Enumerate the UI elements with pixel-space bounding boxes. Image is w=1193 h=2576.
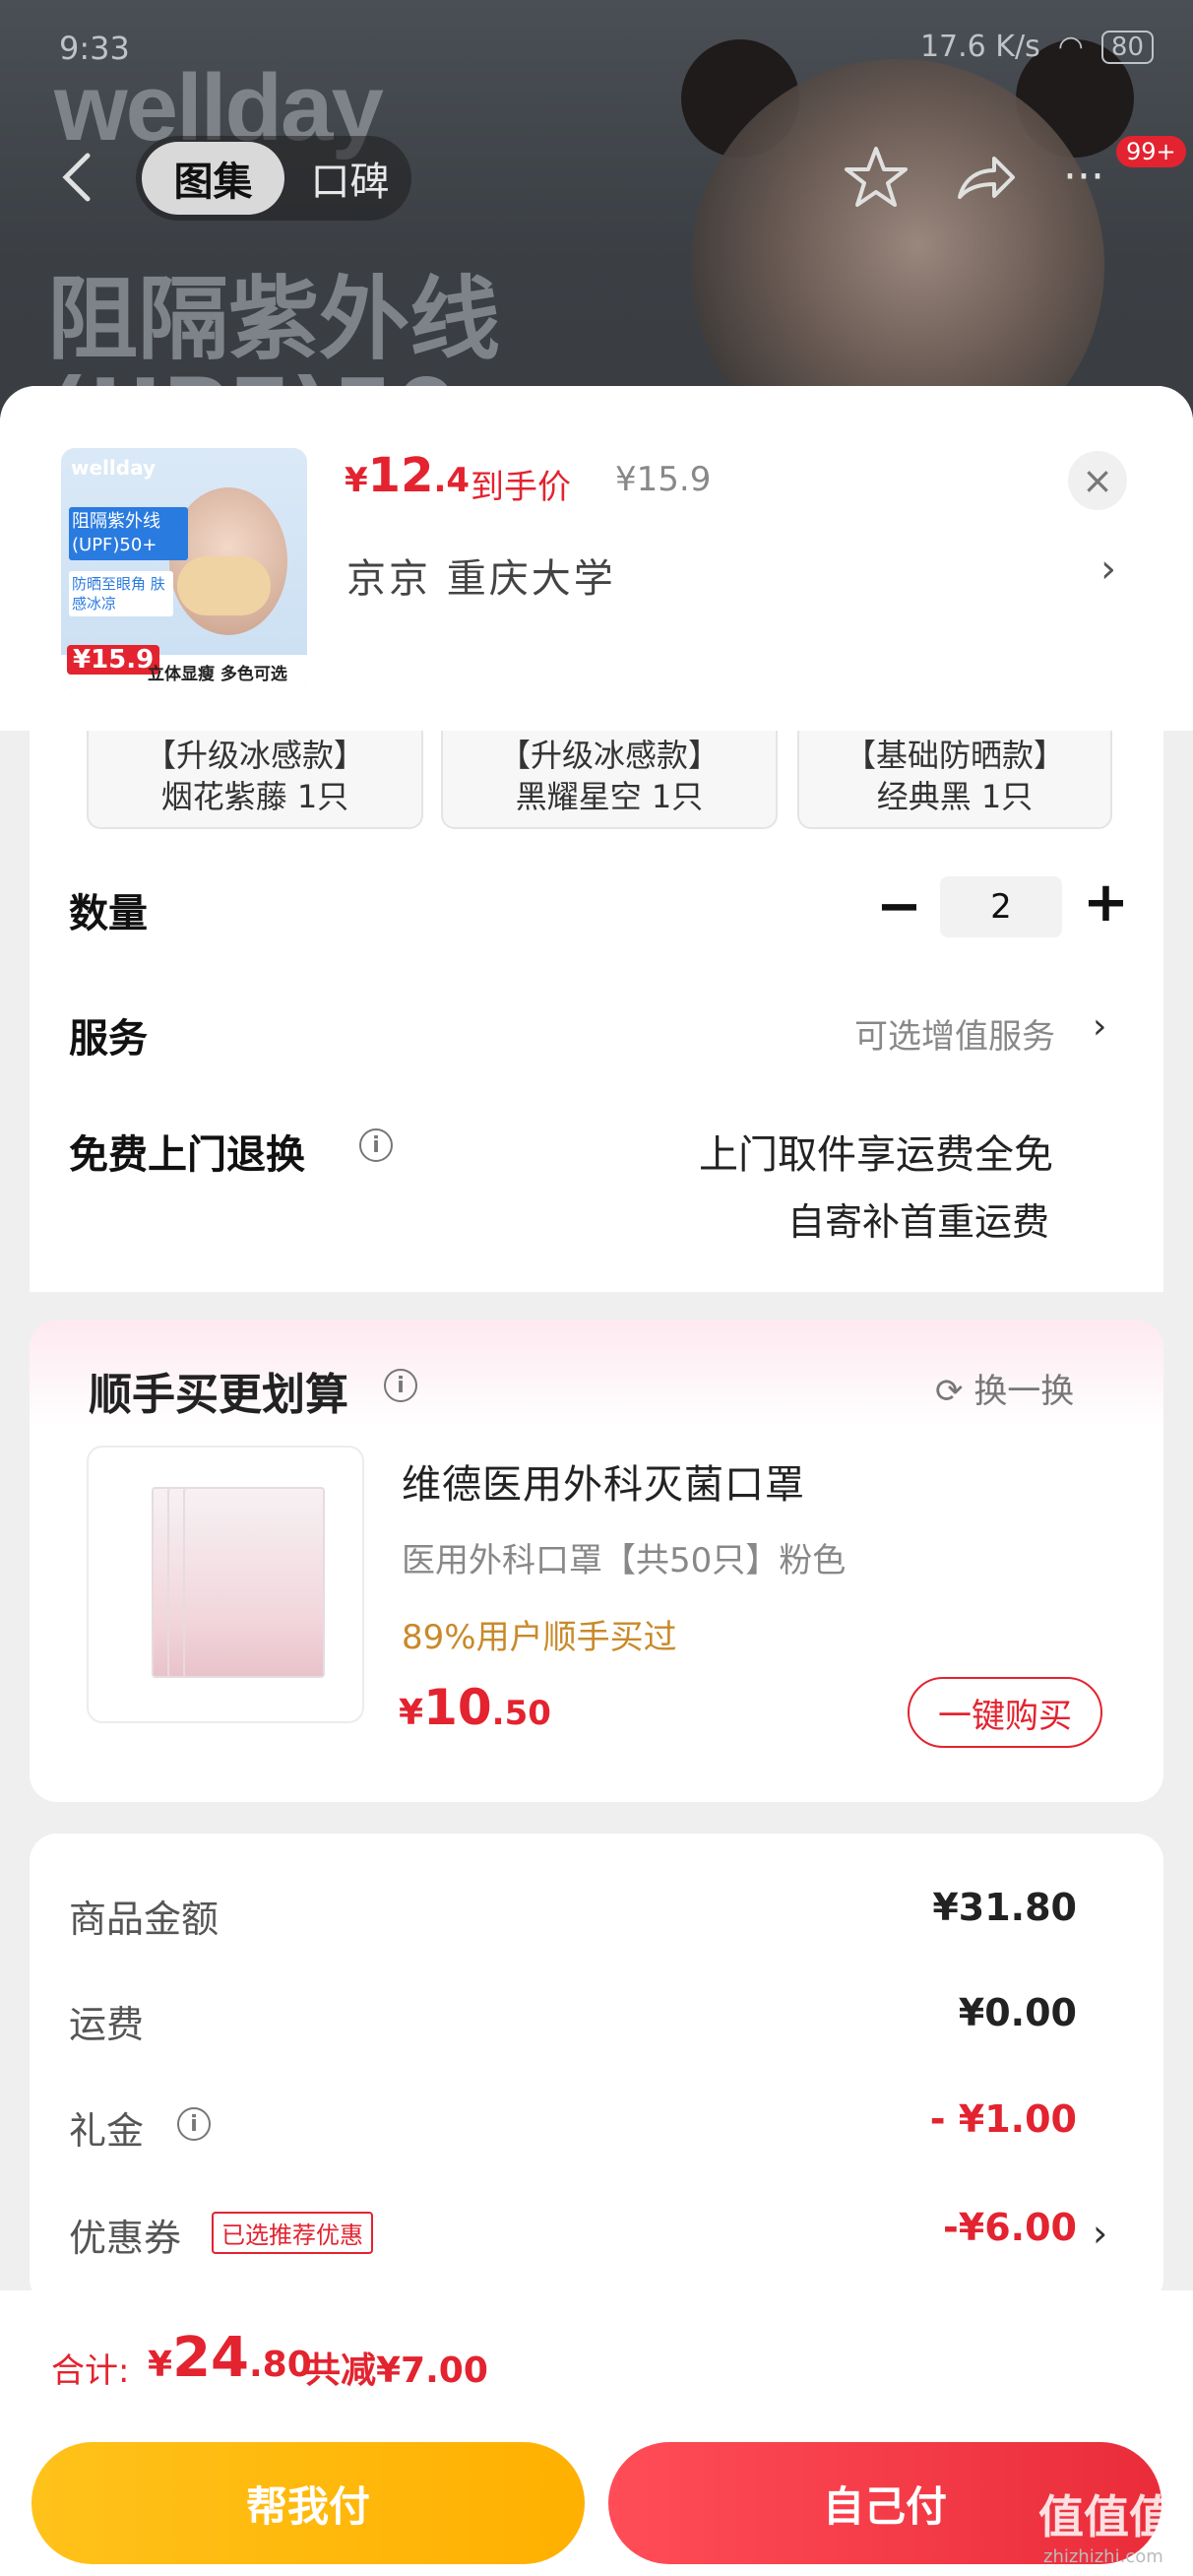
spec-option[interactable]: 【升级冰感款】 烟花紫藤 1只 — [87, 731, 423, 829]
info-icon[interactable]: i — [177, 2107, 211, 2141]
total-price: ¥24.80 — [148, 2326, 312, 2390]
combo-buy-rate: 89%用户顺手买过 — [402, 1618, 677, 1657]
star-icon — [845, 147, 908, 207]
chevron-right-icon[interactable]: › — [1093, 2212, 1107, 2255]
free-return-line2: 自寄补首重运费 — [787, 1200, 1050, 1244]
combo-product-spec: 医用外科口罩【共50只】粉色 — [402, 1541, 847, 1580]
tab-gallery[interactable]: 图集 — [142, 142, 284, 215]
quantity-increase-button[interactable]: + — [1083, 870, 1129, 934]
chevron-right-icon[interactable]: › — [1093, 1006, 1106, 1047]
more-dots-icon: ··· — [1063, 152, 1104, 202]
product-thumbnail: wellday 阻隔紫外线 (UPF)50+ 防晒至眼角 肤感冰凉 ¥15.9 … — [61, 448, 307, 694]
help-me-pay-button[interactable]: 帮我付 — [31, 2442, 585, 2564]
coupon-value[interactable]: -¥6.00 — [943, 2206, 1077, 2249]
swap-button[interactable]: ⟳ 换一换 — [935, 1364, 1074, 1412]
original-price: ¥15.9 — [615, 460, 712, 499]
spec-option[interactable]: 【基础防晒款】 经典黑 1只 — [797, 731, 1112, 829]
combo-product-name[interactable]: 维德医用外科灭菌口罩 — [402, 1452, 805, 1510]
back-button[interactable] — [54, 148, 103, 207]
close-button[interactable]: × — [1068, 451, 1127, 510]
refresh-icon: ⟳ — [935, 1372, 964, 1411]
gift-credit-label: 礼金 — [69, 2109, 145, 2153]
goods-amount-value: ¥31.80 — [932, 1886, 1077, 1929]
battery-icon: 80 — [1100, 30, 1154, 64]
wifi-icon: ◠ — [1057, 30, 1084, 64]
hero-headline: 阻隔紫外线 — [47, 267, 501, 372]
spec-option[interactable]: 【升级冰感款】 黑耀星空 1只 — [441, 731, 778, 829]
thumb-brand: wellday — [71, 456, 156, 480]
coupon-label: 优惠券 — [69, 2217, 182, 2260]
shipping-value: ¥0.00 — [958, 1991, 1077, 2034]
watermark-logo: 值值值 — [1038, 2490, 1174, 2544]
free-return-label: 免费上门退换 — [69, 1132, 305, 1178]
share-icon — [958, 157, 1015, 199]
cart-badge: 99+ — [1116, 136, 1186, 167]
thumb-price: ¥15.9 — [67, 645, 160, 675]
quantity-decrease-button[interactable]: − — [876, 874, 922, 938]
delivery-address[interactable]: 京京 重庆大学 — [346, 547, 616, 604]
thumb-title: 阻隔紫外线 (UPF)50+ — [69, 507, 188, 560]
combo-product-image[interactable] — [87, 1446, 364, 1723]
status-right: 17.6 K/s ◠ 80 — [920, 30, 1154, 64]
total-label: 合计: — [51, 2351, 130, 2391]
share-button[interactable] — [950, 143, 1019, 212]
final-price: ¥12.4 — [345, 448, 471, 503]
combo-price: ¥10.50 — [399, 1679, 551, 1736]
chevron-left-icon — [62, 153, 91, 202]
thumb-mask — [177, 556, 271, 615]
net-speed: 17.6 K/s — [919, 30, 1040, 64]
info-icon[interactable]: i — [384, 1369, 417, 1402]
watermark-url: zhizhizhi.com — [1043, 2546, 1163, 2567]
tab-reviews[interactable]: 口碑 — [293, 142, 407, 215]
mask-pack — [183, 1487, 325, 1678]
thumb-slogan: 立体显瘦 多色可选 — [148, 665, 287, 684]
chevron-right-icon[interactable]: › — [1100, 547, 1116, 592]
service-value[interactable]: 可选增值服务 — [854, 1009, 1055, 1058]
one-click-buy-button[interactable]: 一键购买 — [908, 1677, 1102, 1748]
final-price-tag: 到手价 — [471, 468, 571, 507]
buy-together-title: 顺手买更划算 — [89, 1370, 348, 1420]
gift-credit-value: - ¥1.00 — [929, 2097, 1077, 2141]
free-return-line1: 上门取件享运费全免 — [699, 1132, 1053, 1178]
coupon-recommended-tag: 已选推荐优惠 — [212, 2212, 373, 2254]
goods-amount-label: 商品金额 — [69, 1898, 220, 1941]
total-discount: 共减¥7.00 — [305, 2351, 488, 2391]
favorite-button[interactable] — [842, 143, 910, 212]
quantity-label: 数量 — [69, 891, 148, 936]
shipping-label: 运费 — [69, 2003, 145, 2046]
thumb-features: 防晒至眼角 肤感冰凉 — [69, 571, 173, 616]
quantity-input[interactable]: 2 — [940, 876, 1062, 937]
close-icon: × — [1082, 459, 1113, 502]
service-label: 服务 — [69, 1016, 148, 1062]
view-tabs: 图集 口碑 — [136, 136, 411, 221]
status-time: 9:33 — [59, 30, 130, 67]
info-icon[interactable]: i — [359, 1128, 393, 1162]
